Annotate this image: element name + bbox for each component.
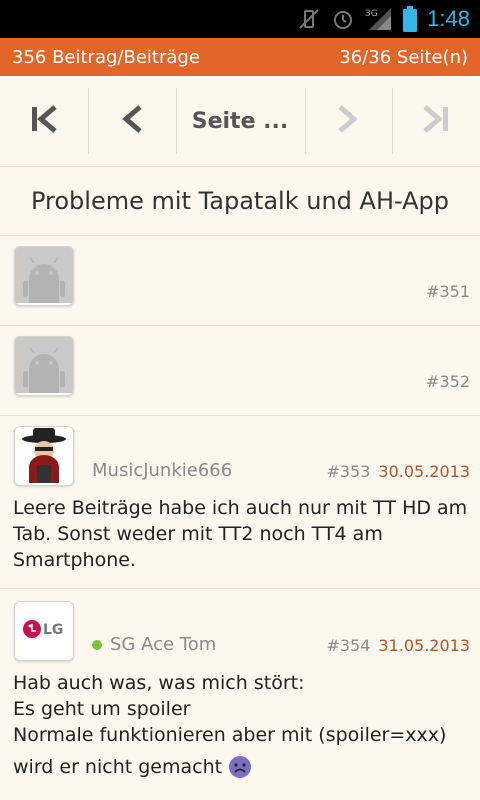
post-body-line: wird er nicht gemacht <box>13 756 223 778</box>
post-body-last-line: wird er nicht gemacht <box>13 754 470 780</box>
post-351[interactable]: #351 <box>0 236 480 326</box>
post-body-line: Smartphone. <box>13 549 136 571</box>
post-number: #354 <box>326 636 371 655</box>
alarm-icon <box>331 7 355 31</box>
avatar[interactable] <box>14 426 74 486</box>
post-author-name: SG Ace Tom <box>110 634 217 655</box>
svg-text:3G: 3G <box>365 9 378 19</box>
post-date: 30.05.2013 <box>378 462 470 481</box>
post-meta: #352 <box>426 372 470 391</box>
previous-page-button[interactable] <box>87 76 176 166</box>
post-meta: #354 31.05.2013 <box>326 636 470 655</box>
first-page-button[interactable] <box>0 76 88 166</box>
online-status-icon <box>92 639 102 650</box>
avatar[interactable]: LG <box>14 601 74 661</box>
post-body-line: Tab. Sonst weder mit TT2 noch TT4 am <box>13 523 383 545</box>
post-body-line: Hab auch was, was mich stört: <box>13 672 305 694</box>
post-body-line: Leere Beiträge habe ich auch nur mit TT … <box>13 497 468 519</box>
post-body-line: Es geht um spoiler <box>13 698 191 720</box>
default-avatar-icon <box>15 337 73 395</box>
post-meta: #351 <box>426 282 470 301</box>
chevron-right-icon <box>335 104 361 138</box>
battery-icon <box>403 6 418 32</box>
last-page-button[interactable] <box>392 76 480 166</box>
pager: Seite ... <box>0 76 480 167</box>
last-page-icon <box>421 104 451 138</box>
user-avatar-image <box>15 427 73 485</box>
signal-3g-icon: 3G <box>365 6 393 32</box>
post-body: Leere Beiträge habe ich auch nur mit TT … <box>13 495 470 573</box>
status-bar: 3G 1:48 <box>0 0 480 38</box>
thread-header: 356 Beitrag/Beiträge 36/36 Seite(n) <box>0 38 480 76</box>
post-354[interactable]: LG SG Ace Tom #354 31.05.2013 Hab auch w… <box>0 589 480 799</box>
page-select-label: Seite ... <box>191 108 289 134</box>
post-meta: #353 30.05.2013 <box>326 462 470 481</box>
sad-emoji-icon <box>228 755 252 779</box>
first-page-icon <box>29 104 59 138</box>
next-page-button[interactable] <box>304 76 393 166</box>
page-select-button[interactable]: Seite ... <box>175 76 305 166</box>
post-body-line: Normale funktionieren aber mit (spoiler=… <box>13 724 447 746</box>
avatar[interactable] <box>14 336 74 396</box>
post-353[interactable]: MusicJunkie666 #353 30.05.2013 Leere Bei… <box>0 416 480 589</box>
page-info: 36/36 Seite(n) <box>339 46 468 68</box>
chevron-left-icon <box>119 104 145 138</box>
avatar[interactable] <box>14 246 74 306</box>
post-author[interactable]: SG Ace Tom <box>92 634 216 655</box>
post-date: 31.05.2013 <box>378 636 470 655</box>
post-352[interactable]: #352 <box>0 326 480 416</box>
svg-text:LG: LG <box>43 622 63 638</box>
vibrate-off-icon <box>297 7 321 31</box>
clock: 1:48 <box>427 6 470 31</box>
post-body: Hab auch was, was mich stört: Es geht um… <box>13 670 470 780</box>
post-author[interactable]: MusicJunkie666 <box>92 460 232 481</box>
topic-title: Probleme mit Tapatalk und AH-App <box>0 167 480 236</box>
post-number: #352 <box>426 372 470 391</box>
default-avatar-icon <box>15 247 73 305</box>
post-count: 356 Beitrag/Beiträge <box>12 46 200 68</box>
lg-logo-icon: LG <box>15 602 73 660</box>
post-number: #353 <box>326 462 371 481</box>
post-number: #351 <box>426 282 470 301</box>
